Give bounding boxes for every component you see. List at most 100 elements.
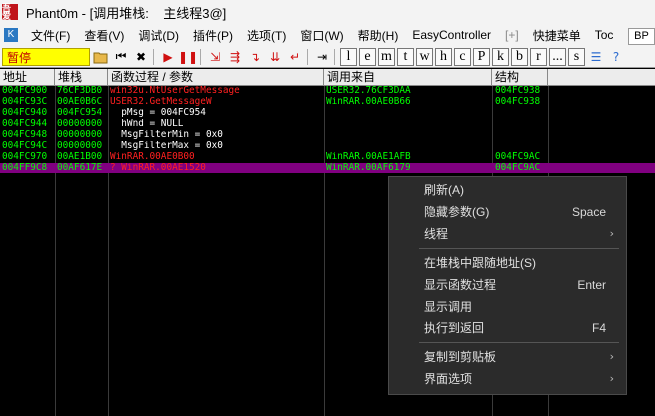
goto-address-icon[interactable]: ⇥	[313, 48, 331, 66]
context-item-threads[interactable]: 线程 ›	[389, 224, 626, 244]
toolbar-separator	[153, 48, 154, 65]
menu-plugins[interactable]: 插件(P)	[186, 27, 240, 44]
menu-window[interactable]: 窗口(W)	[293, 27, 350, 44]
table-row[interactable]: 004FC970 00AE1B00 WinRAR.00AE0B00 WinRAR…	[0, 152, 655, 162]
toolbar-separator	[307, 48, 308, 65]
stack-cell: 004FC954	[57, 108, 103, 118]
context-item-appearance[interactable]: 界面选项 ›	[389, 369, 626, 389]
chevron-right-icon: ›	[609, 350, 614, 363]
address-cell: 004FC970	[2, 152, 48, 162]
context-item-run-to-return[interactable]: 执行到返回 F4	[389, 318, 626, 338]
context-item-show-procedure[interactable]: 显示函数过程 Enter	[389, 275, 626, 295]
address-cell: 004FC948	[2, 130, 48, 140]
call-stack-button[interactable]: k	[492, 47, 509, 66]
list-icon[interactable]: ☰	[587, 48, 605, 66]
context-item-label: 显示调用	[424, 300, 473, 314]
menu-quick[interactable]: 快捷菜单	[526, 27, 588, 44]
context-item-copy-to-clipboard[interactable]: 复制到剪贴板 ›	[389, 347, 626, 367]
title-bar: 吾爱 Phant0m - [调用堆栈: 主线程3@]	[0, 0, 655, 24]
breakpoints-button[interactable]: b	[511, 47, 528, 66]
context-item-shortcut: Space	[571, 205, 606, 219]
stack-cell: 76CF3DB0	[57, 86, 103, 96]
context-item-hide-args[interactable]: 隐藏参数(G) Space	[389, 202, 626, 222]
open-folder-icon[interactable]	[92, 48, 110, 66]
table-row[interactable]: 004FC900 76CF3DB0 win32u.NtUserGetMessag…	[0, 86, 655, 96]
menu-help[interactable]: 帮助(H)	[351, 27, 406, 44]
debug-status: 暂停	[2, 47, 90, 66]
run-icon[interactable]: ▶	[159, 48, 177, 66]
step-over-icon[interactable]: ⇶	[226, 48, 244, 66]
called-from-cell: WinRAR.00AF6179	[326, 163, 411, 173]
table-row[interactable]: 004FC940 004FC954 pMsg = 004FC954	[0, 108, 655, 118]
column-header-procedure[interactable]: 函数过程 / 参数	[108, 69, 324, 86]
called-from-cell: USER32.76CF3DAA	[326, 86, 411, 96]
menu-easycontroller[interactable]: EasyController	[405, 28, 498, 42]
context-item-show-call[interactable]: 显示调用	[389, 297, 626, 317]
trace-into-icon[interactable]: ↴	[246, 48, 264, 66]
source-button[interactable]: s	[568, 47, 585, 66]
context-menu: 刷新(A) 隐藏参数(G) Space 线程 › 在堆栈中跟随地址(S) 显示函…	[388, 176, 627, 395]
frame-cell: 004FC9AC	[495, 152, 541, 162]
context-item-refresh[interactable]: 刷新(A)	[389, 180, 626, 200]
rewind-icon[interactable]: ⏮	[112, 48, 130, 66]
bp-button[interactable]: BP	[628, 28, 655, 45]
help-icon[interactable]: ?	[607, 48, 625, 66]
context-item-label: 复制到剪贴板	[424, 350, 497, 364]
close-icon[interactable]: ✖	[132, 48, 150, 66]
context-item-label: 显示函数过程	[424, 278, 497, 292]
frame-cell: 004FC938	[495, 97, 541, 107]
trace-over-icon[interactable]: ⇊	[266, 48, 284, 66]
cpu-button[interactable]: c	[454, 47, 471, 66]
column-header-address[interactable]: 地址	[0, 69, 55, 86]
context-item-label: 刷新(A)	[424, 183, 464, 197]
pause-icon[interactable]: ❚❚	[178, 48, 198, 66]
procedure-cell: USER32.GetMessageW	[110, 97, 212, 107]
called-from-cell: WinRAR.00AE1AFB	[326, 152, 411, 162]
column-header-called-from[interactable]: 调用来自	[324, 69, 492, 86]
menu-view[interactable]: 查看(V)	[77, 27, 131, 44]
handles-button[interactable]: h	[435, 47, 452, 66]
column-header-stack[interactable]: 堆栈	[55, 69, 108, 86]
menu-options[interactable]: 选项(T)	[240, 27, 293, 44]
stack-cell: 00000000	[57, 141, 103, 151]
context-item-label: 执行到返回	[424, 321, 485, 335]
toolbar: 暂停 ⏮ ✖ ▶ ❚❚ ⇲ ⇶ ↴ ⇊ ↵ ⇥ l e m t w h c P …	[0, 46, 655, 68]
windows-button[interactable]: w	[416, 47, 433, 66]
app-logo-icon: 吾爱	[2, 4, 18, 21]
procedure-cell: WinRAR.00AE0B00	[110, 152, 195, 162]
context-item-shortcut: F4	[591, 321, 606, 335]
menu-debug[interactable]: 调试(D)	[131, 27, 186, 44]
patches-button[interactable]: P	[473, 47, 490, 66]
address-cell: 004FF9C8	[2, 163, 48, 173]
chevron-right-icon: ›	[609, 372, 614, 385]
column-header-frame[interactable]: 结构	[492, 69, 548, 86]
threads-button[interactable]: t	[397, 47, 414, 66]
log-window-button[interactable]: l	[340, 47, 357, 66]
address-cell: 004FC940	[2, 108, 48, 118]
procedure-cell: hWnd = NULL	[110, 119, 184, 129]
context-item-follow-in-stack[interactable]: 在堆栈中跟随地址(S)	[389, 253, 626, 273]
frame-cell: 004FC9AC	[495, 163, 541, 173]
table-row[interactable]: 004FC94C 00000000 MsgFilterMax = 0x0	[0, 141, 655, 151]
executables-button[interactable]: e	[359, 47, 376, 66]
stack-cell: 00000000	[57, 130, 103, 140]
references-button[interactable]: r	[530, 47, 547, 66]
table-row[interactable]: 004FC93C 00AE0B6C USER32.GetMessageW Win…	[0, 97, 655, 107]
stack-cell: 00AE1B00	[57, 152, 103, 162]
table-row[interactable]: 004FC948 00000000 MsgFilterMin = 0x0	[0, 130, 655, 140]
memory-map-button[interactable]: m	[378, 47, 395, 66]
context-separator	[419, 248, 619, 249]
menu-expand[interactable]: [+]	[498, 28, 526, 42]
frame-cell: 004FC938	[495, 86, 541, 96]
step-into-icon[interactable]: ⇲	[206, 48, 224, 66]
context-item-shortcut: Enter	[577, 278, 606, 292]
table-row[interactable]: 004FC944 00000000 hWnd = NULL	[0, 119, 655, 129]
menu-file[interactable]: 文件(F)	[24, 27, 77, 44]
run-trace-button[interactable]: ...	[549, 47, 566, 66]
menu-tools[interactable]: Toc	[588, 28, 621, 42]
address-cell: 004FC93C	[2, 97, 48, 107]
context-item-label: 在堆栈中跟随地址(S)	[424, 256, 536, 270]
table-row-selected[interactable]: 004FF9C8 00AF617E ? WinRAR.00AE1520 WinR…	[0, 163, 655, 173]
execute-till-return-icon[interactable]: ↵	[286, 48, 304, 66]
system-menu-icon[interactable]: K	[4, 28, 18, 42]
